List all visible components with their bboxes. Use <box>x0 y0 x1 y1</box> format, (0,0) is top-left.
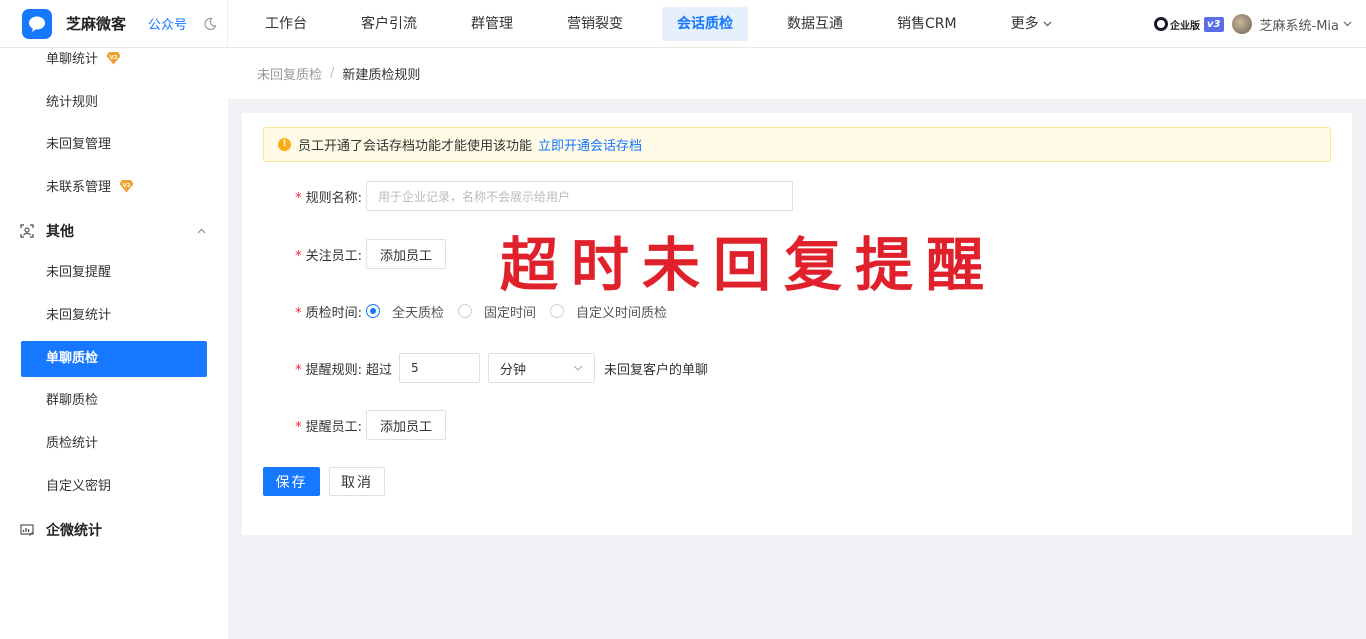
top-bar: 芝麻微客 公众号 工作台 客户引流 群管理 营销裂变 会话质检 数据互通 销售C… <box>0 0 1366 48</box>
open-archive-link[interactable]: 立即开通会话存档 <box>538 135 642 154</box>
svg-text:V2: V2 <box>110 55 118 61</box>
required-icon: * <box>295 190 302 206</box>
save-button[interactable]: 保存 <box>263 467 320 496</box>
chevron-down-icon <box>1043 21 1052 26</box>
v2-badge-icon: V2 <box>106 52 121 65</box>
sidebar-item-unreplied-reminder[interactable]: 未回复提醒 <box>21 255 207 291</box>
radio-all-day[interactable]: 全天质检 <box>366 302 444 321</box>
sidebar-item-uncontacted-mgmt[interactable]: 未联系管理 V2 <box>21 170 207 206</box>
sidebar-group-label: 其他 <box>46 224 74 240</box>
breadcrumb-parent[interactable]: 未回复质检 <box>257 64 322 83</box>
breadcrumb: 未回复质检 / 新建质检规则 <box>228 48 1366 99</box>
breadcrumb-current: 新建质检规则 <box>342 68 421 83</box>
breadcrumb-separator: / <box>330 66 335 81</box>
remind-rule-label: * 提醒规则: <box>242 359 366 378</box>
label-text: 提醒员工: <box>305 419 362 435</box>
gzh-link[interactable]: 公众号 <box>148 14 187 33</box>
sidebar-item-label: 单聊统计 <box>46 52 99 67</box>
edition-label: 企业版 <box>1170 20 1201 32</box>
alert-text: 员工开通了会话存档功能才能使用该功能 <box>298 139 533 154</box>
sidebar-group-label: 企微统计 <box>46 523 102 539</box>
nav-session-qc[interactable]: 会话质检 <box>662 6 748 41</box>
radio-unchecked-icon <box>458 304 473 318</box>
sidebar-item-unreplied-stats[interactable]: 未回复统计 <box>21 298 207 334</box>
add-watch-staff-button[interactable]: 添加员工 <box>366 239 447 269</box>
add-remind-staff-button[interactable]: 添加员工 <box>366 410 447 440</box>
scan-icon <box>20 224 34 238</box>
svg-text:V2: V2 <box>123 183 131 189</box>
cancel-button[interactable]: 取消 <box>329 467 385 496</box>
chart-icon <box>20 524 34 536</box>
radio-unchecked-icon <box>550 304 565 318</box>
required-icon: * <box>295 305 302 321</box>
chevron-down-icon <box>573 365 583 371</box>
sidebar-item-chat-stats[interactable]: 单聊统计 V2 <box>21 42 207 78</box>
row-remind-staff: * 提醒员工: 添加员工 <box>242 410 447 440</box>
sidebar-group-other[interactable]: 其他 <box>20 213 210 249</box>
unit-select-value: 分钟 <box>500 362 527 378</box>
radio-custom-time[interactable]: 自定义时间质检 <box>550 302 667 321</box>
radio-label: 自定义时间质检 <box>576 305 668 321</box>
sidebar-item-group-chat-qc[interactable]: 群聊质检 <box>21 383 207 419</box>
watch-staff-label: * 关注员工: <box>242 245 366 264</box>
sidebar-item-single-chat-qc[interactable]: 单聊质检 <box>21 341 207 377</box>
form-card: ! 员工开通了会话存档功能才能使用该功能 立即开通会话存档 * 规则名称: 用于企… <box>242 113 1352 535</box>
edition-badge: 企业版 v3 <box>1154 16 1224 32</box>
sidebar-item-qc-stats[interactable]: 质检统计 <box>21 426 207 462</box>
main-nav: 工作台 客户引流 群管理 营销裂变 会话质检 数据互通 销售CRM 更多 <box>250 0 1091 48</box>
unit-select[interactable]: 分钟 <box>488 353 596 383</box>
edition-icon <box>1154 17 1169 31</box>
row-remind-rule: * 提醒规则: 超过 5 分钟 未回复客户的单聊 <box>242 353 708 383</box>
rule-name-label: * 规则名称: <box>242 187 366 206</box>
exceed-text: 超过 <box>366 362 393 378</box>
radio-label: 全天质检 <box>392 305 445 321</box>
row-watch-staff: * 关注员工: 添加员工 <box>242 239 447 269</box>
account-area: 企业版 v3 芝麻系统-Mia <box>1154 0 1352 48</box>
logo-icon <box>22 8 52 39</box>
minutes-input[interactable]: 5 <box>399 353 481 383</box>
label-text: 提醒规则: <box>305 362 362 378</box>
nav-workbench[interactable]: 工作台 <box>250 7 322 41</box>
warning-icon: ! <box>278 138 291 151</box>
nav-sales-crm[interactable]: 销售CRM <box>882 7 972 41</box>
nav-group-management[interactable]: 群管理 <box>456 7 528 41</box>
required-icon: * <box>295 419 302 435</box>
sidebar: 单聊统计 V2 统计规则 未回复管理 未联系管理 V2 其他 未回复提醒 未回复… <box>0 48 228 639</box>
annotation-overlay-text: 超时未回复提醒 <box>500 231 998 299</box>
brand-name: 芝麻微客 <box>66 15 127 33</box>
sidebar-item-unreplied-mgmt[interactable]: 未回复管理 <box>21 127 207 163</box>
qc-time-label: * 质检时间: <box>242 302 366 321</box>
remind-staff-label: * 提醒员工: <box>242 416 366 435</box>
username[interactable]: 芝麻系统-Mia <box>1260 15 1340 34</box>
sidebar-item-label: 未联系管理 <box>46 180 112 195</box>
moon-icon[interactable] <box>203 17 217 31</box>
nav-marketing[interactable]: 营销裂变 <box>552 7 638 41</box>
nav-customer-acquisition[interactable]: 客户引流 <box>346 7 432 41</box>
label-text: 规则名称: <box>305 190 362 206</box>
nav-data-sync[interactable]: 数据互通 <box>772 7 858 41</box>
label-text: 质检时间: <box>305 305 362 321</box>
nav-more-label: 更多 <box>1010 15 1039 32</box>
radio-fixed-time[interactable]: 固定时间 <box>458 302 536 321</box>
sidebar-item-custom-key[interactable]: 自定义密钥 <box>21 469 207 505</box>
label-text: 关注员工: <box>305 248 362 264</box>
row-rule-name: * 规则名称: 用于企业记录，名称不会展示给用户 <box>242 181 793 211</box>
required-icon: * <box>295 362 302 378</box>
sidebar-item-stats-rules[interactable]: 统计规则 <box>21 85 207 121</box>
warning-alert: ! 员工开通了会话存档功能才能使用该功能 立即开通会话存档 <box>263 127 1331 162</box>
sidebar-group-wecom-stats[interactable]: 企微统计 <box>20 512 210 548</box>
nav-more[interactable]: 更多 <box>996 7 1067 41</box>
brand: 芝麻微客 公众号 <box>0 0 228 48</box>
version-badge: v3 <box>1204 16 1224 32</box>
rule-name-input[interactable]: 用于企业记录，名称不会展示给用户 <box>366 181 793 211</box>
avatar[interactable] <box>1231 14 1252 34</box>
chevron-down-icon[interactable] <box>1343 21 1352 27</box>
chevron-up-icon <box>197 228 206 234</box>
v2-badge-icon: V2 <box>119 180 134 193</box>
radio-checked-icon <box>366 304 380 318</box>
remind-suffix-text: 未回复客户的单聊 <box>604 362 709 378</box>
required-icon: * <box>295 248 302 264</box>
radio-label: 固定时间 <box>484 305 537 321</box>
